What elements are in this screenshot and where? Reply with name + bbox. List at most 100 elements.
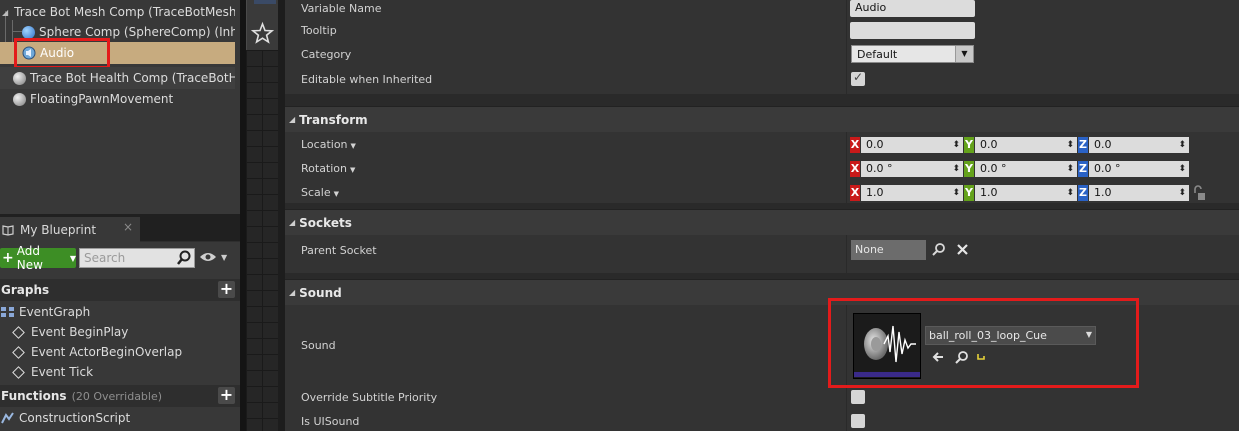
book-icon [2,224,14,236]
parent-socket-field[interactable]: None [851,240,926,260]
location-y-input[interactable]: 0.0 ⬍ [975,137,1077,153]
axis-y-label: Y [964,161,974,177]
event-diamond-icon [12,345,25,359]
functions-section-header[interactable]: Functions (20 Overridable) + [0,385,240,407]
location-x-input[interactable]: 0.0 ⬍ [861,137,963,153]
event-diamond-icon [12,325,25,339]
add-graph-button[interactable]: + [218,281,235,298]
axis-x-label: X [850,137,860,153]
rotation-x-input[interactable]: 0.0 ° ⬍ [861,161,963,177]
category-gap [285,94,1239,106]
prop-label-location[interactable]: Location ▼ [301,138,356,151]
browse-asset-search-icon[interactable] [954,350,969,365]
scale-z-input[interactable]: 1.0 ⬍ [1089,185,1189,201]
axis-z-label: Z [1078,137,1088,153]
scale-x-input[interactable]: 1.0 ⬍ [861,185,963,201]
graph-item-eventgraph[interactable]: EventGraph [0,302,90,322]
sound-asset-thumbnail[interactable] [853,313,921,379]
expand-triangle-icon: ◢ [289,218,296,227]
sphere-icon [22,25,35,39]
tree-line [12,31,22,32]
actor-component-icon [13,92,26,106]
clear-socket-close-icon[interactable] [956,243,969,256]
rotation-z-input[interactable]: 0.0 ° ⬍ [1089,161,1189,177]
category-title: Transform [299,112,368,127]
axis-z-label: Z [1078,185,1088,201]
component-label: Sphere Comp (SphereComp) (Inherite [39,25,235,39]
sound-asset-value: ball_roll_03_loop_Cue [929,329,1047,342]
add-new-label: Add New [16,244,43,272]
axis-x-label: X [850,161,860,177]
tab-my-blueprint[interactable]: My Blueprint [0,217,140,242]
item-label: Event BeginPlay [31,325,129,339]
tooltip-input[interactable] [850,22,975,39]
function-icon [1,412,14,424]
prop-label-rotation[interactable]: Rotation ▼ [301,162,355,175]
search-icon[interactable] [176,250,192,266]
chevron-down-icon: ▼ [955,46,973,62]
axis-z-label: Z [1078,161,1088,177]
expand-triangle-icon: ◢ [289,288,296,297]
category-transform[interactable]: ◢ Transform [285,106,1239,132]
section-title: Functions [1,389,67,403]
component-health-comp[interactable]: Trace Bot Health Comp (TraceBotHeal [0,67,235,89]
reset-to-default-icon[interactable] [976,352,986,362]
override-subtitle-checkbox[interactable] [851,390,865,404]
prop-label-parent-socket: Parent Socket [301,244,377,257]
tab-label: My Blueprint [20,222,97,237]
item-label: EventGraph [19,305,91,319]
component-sphere-comp[interactable]: Sphere Comp (SphereComp) (Inherite [22,21,235,43]
add-function-button[interactable]: + [218,387,235,404]
category-sound[interactable]: ◢ Sound [285,279,1239,305]
prop-label-category: Category [301,48,352,61]
is-ui-sound-checkbox[interactable] [851,414,865,428]
collapse-arrow-icon[interactable]: ◢ [2,8,8,17]
component-label: Trace Bot Health Comp (TraceBotHeal [30,71,235,85]
audio-component-icon [22,46,36,60]
scale-y-input[interactable]: 1.0 ⬍ [975,185,1077,201]
panel-gap [278,0,285,431]
rotation-y-input[interactable]: 0.0 ° ⬍ [975,161,1077,177]
prop-label-variable-name: Variable Name [301,2,382,15]
graph-grid [246,50,278,431]
chevron-down-icon: ▼ [69,253,76,263]
add-new-button[interactable]: + Add New ▼ [0,244,76,272]
event-diamond-icon [12,365,25,379]
editable-inherited-checkbox[interactable] [851,70,865,86]
category-sockets[interactable]: ◢ Sockets [285,209,1239,235]
favorite-star-icon[interactable] [249,17,276,49]
component-mesh-comp[interactable]: ◢ Trace Bot Mesh Comp (TraceBotMesh [0,1,235,23]
expand-triangle-icon: ◢ [289,115,296,124]
event-item-tick[interactable]: Event Tick [0,362,93,382]
category-dropdown[interactable]: Default ▼ [851,45,974,63]
prop-label-scale[interactable]: Scale ▼ [301,186,339,199]
prop-label-sound: Sound [301,339,336,352]
plus-icon: + [2,250,14,266]
function-item-constructionscript[interactable]: ConstructionScript [0,408,130,428]
prop-label-tooltip: Tooltip [301,24,337,37]
item-label: Event Tick [31,365,94,379]
event-item-beginplay[interactable]: Event BeginPlay [0,322,128,342]
toolbar-edge [254,0,276,4]
category-title: Sound [299,285,342,300]
location-z-input[interactable]: 0.0 ⬍ [1089,137,1189,153]
sound-asset-dropdown[interactable]: ball_roll_03_loop_Cue ▼ [925,326,1096,345]
chevron-down-icon[interactable]: ▼ [221,253,227,262]
component-audio[interactable]: Audio [0,42,235,64]
view-options-eye-icon[interactable] [199,251,217,263]
variable-name-input[interactable]: Audio [850,0,975,17]
graphs-section-header[interactable]: Graphs + [0,279,240,301]
actor-component-icon [13,71,26,85]
component-pawn-movement[interactable]: FloatingPawnMovement [0,88,235,110]
axis-y-label: Y [964,185,974,201]
use-selected-arrow-icon[interactable] [931,350,945,364]
event-item-actorbeginoverlap[interactable]: Event ActorBeginOverlap [0,342,182,362]
close-tab-icon[interactable]: × [123,220,133,234]
browse-socket-search-icon[interactable] [931,242,946,257]
section-title: Graphs [1,283,50,297]
overridable-count: (20 Overridable) [71,389,163,403]
component-label: FloatingPawnMovement [30,92,174,106]
prop-label-editable-inherited: Editable when Inherited [301,73,433,86]
lock-scale-icon[interactable] [1192,185,1206,201]
axis-y-label: Y [964,137,974,153]
